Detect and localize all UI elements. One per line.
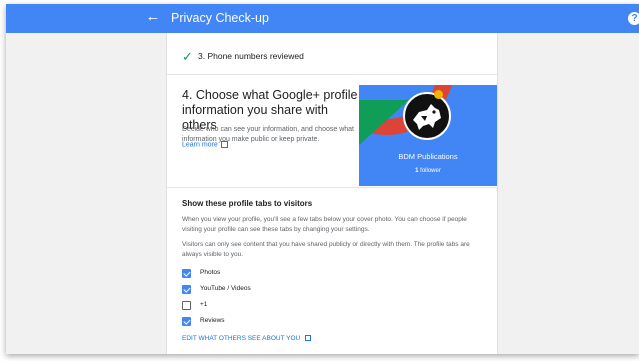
tabs-paragraph-1: When you view your profile, you'll see a… [182,216,467,233]
arrow-back-icon[interactable]: ← [144,8,162,26]
learn-more-link[interactable]: Learn more [182,141,228,148]
tabs-paragraph-2: Visitors can only see content that you h… [182,241,470,258]
checkbox[interactable] [182,317,191,326]
check-icon: ✓ [182,49,193,64]
tabs-heading: Show these profile tabs to visitors [182,199,313,208]
completed-step-label: 3. Phone numbers reviewed [198,51,304,61]
follower-number: 1 [415,168,419,174]
checkbox[interactable] [182,285,191,294]
follower-count: 1 follower [359,168,497,174]
edit-link-label: EDIT WHAT OTHERS SEE ABOUT YOU [182,335,301,342]
open-in-new-icon [305,335,312,342]
learn-more-label: Learn more [182,141,218,149]
divider [167,74,497,75]
checkbox-label: Photos [200,269,221,276]
browser-screen: ← Privacy Check-up ? ✓ 3. Phone numbers … [6,4,639,354]
edit-profile-visibility-link[interactable]: EDIT WHAT OTHERS SEE ABOUT YOU [182,335,312,342]
cover-green-shape [359,100,409,145]
avatar [403,92,451,140]
divider [167,187,497,188]
profile-card: BDM Publications 1 follower [359,85,497,186]
cover-yellow-dot [434,90,443,99]
page-title: Privacy Check-up [171,11,269,25]
completed-step-row[interactable]: ✓ 3. Phone numbers reviewed [167,47,497,69]
checkbox-label: +1 [200,301,208,308]
checkbox[interactable] [182,269,191,278]
profile-name: BDM Publications [398,152,458,161]
checkbox[interactable] [182,301,191,310]
follower-label: follower [420,168,441,174]
checkbox-label: YouTube / Videos [200,285,251,292]
checkbox-label: Reviews [200,317,225,324]
open-in-new-icon [220,141,228,148]
help-icon[interactable]: ? [628,12,639,25]
app-bar: ← Privacy Check-up ? [6,4,639,33]
dog-logo-icon [413,104,441,130]
privacy-checkup-panel: ✓ 3. Phone numbers reviewed 4. Choose wh… [166,33,498,354]
